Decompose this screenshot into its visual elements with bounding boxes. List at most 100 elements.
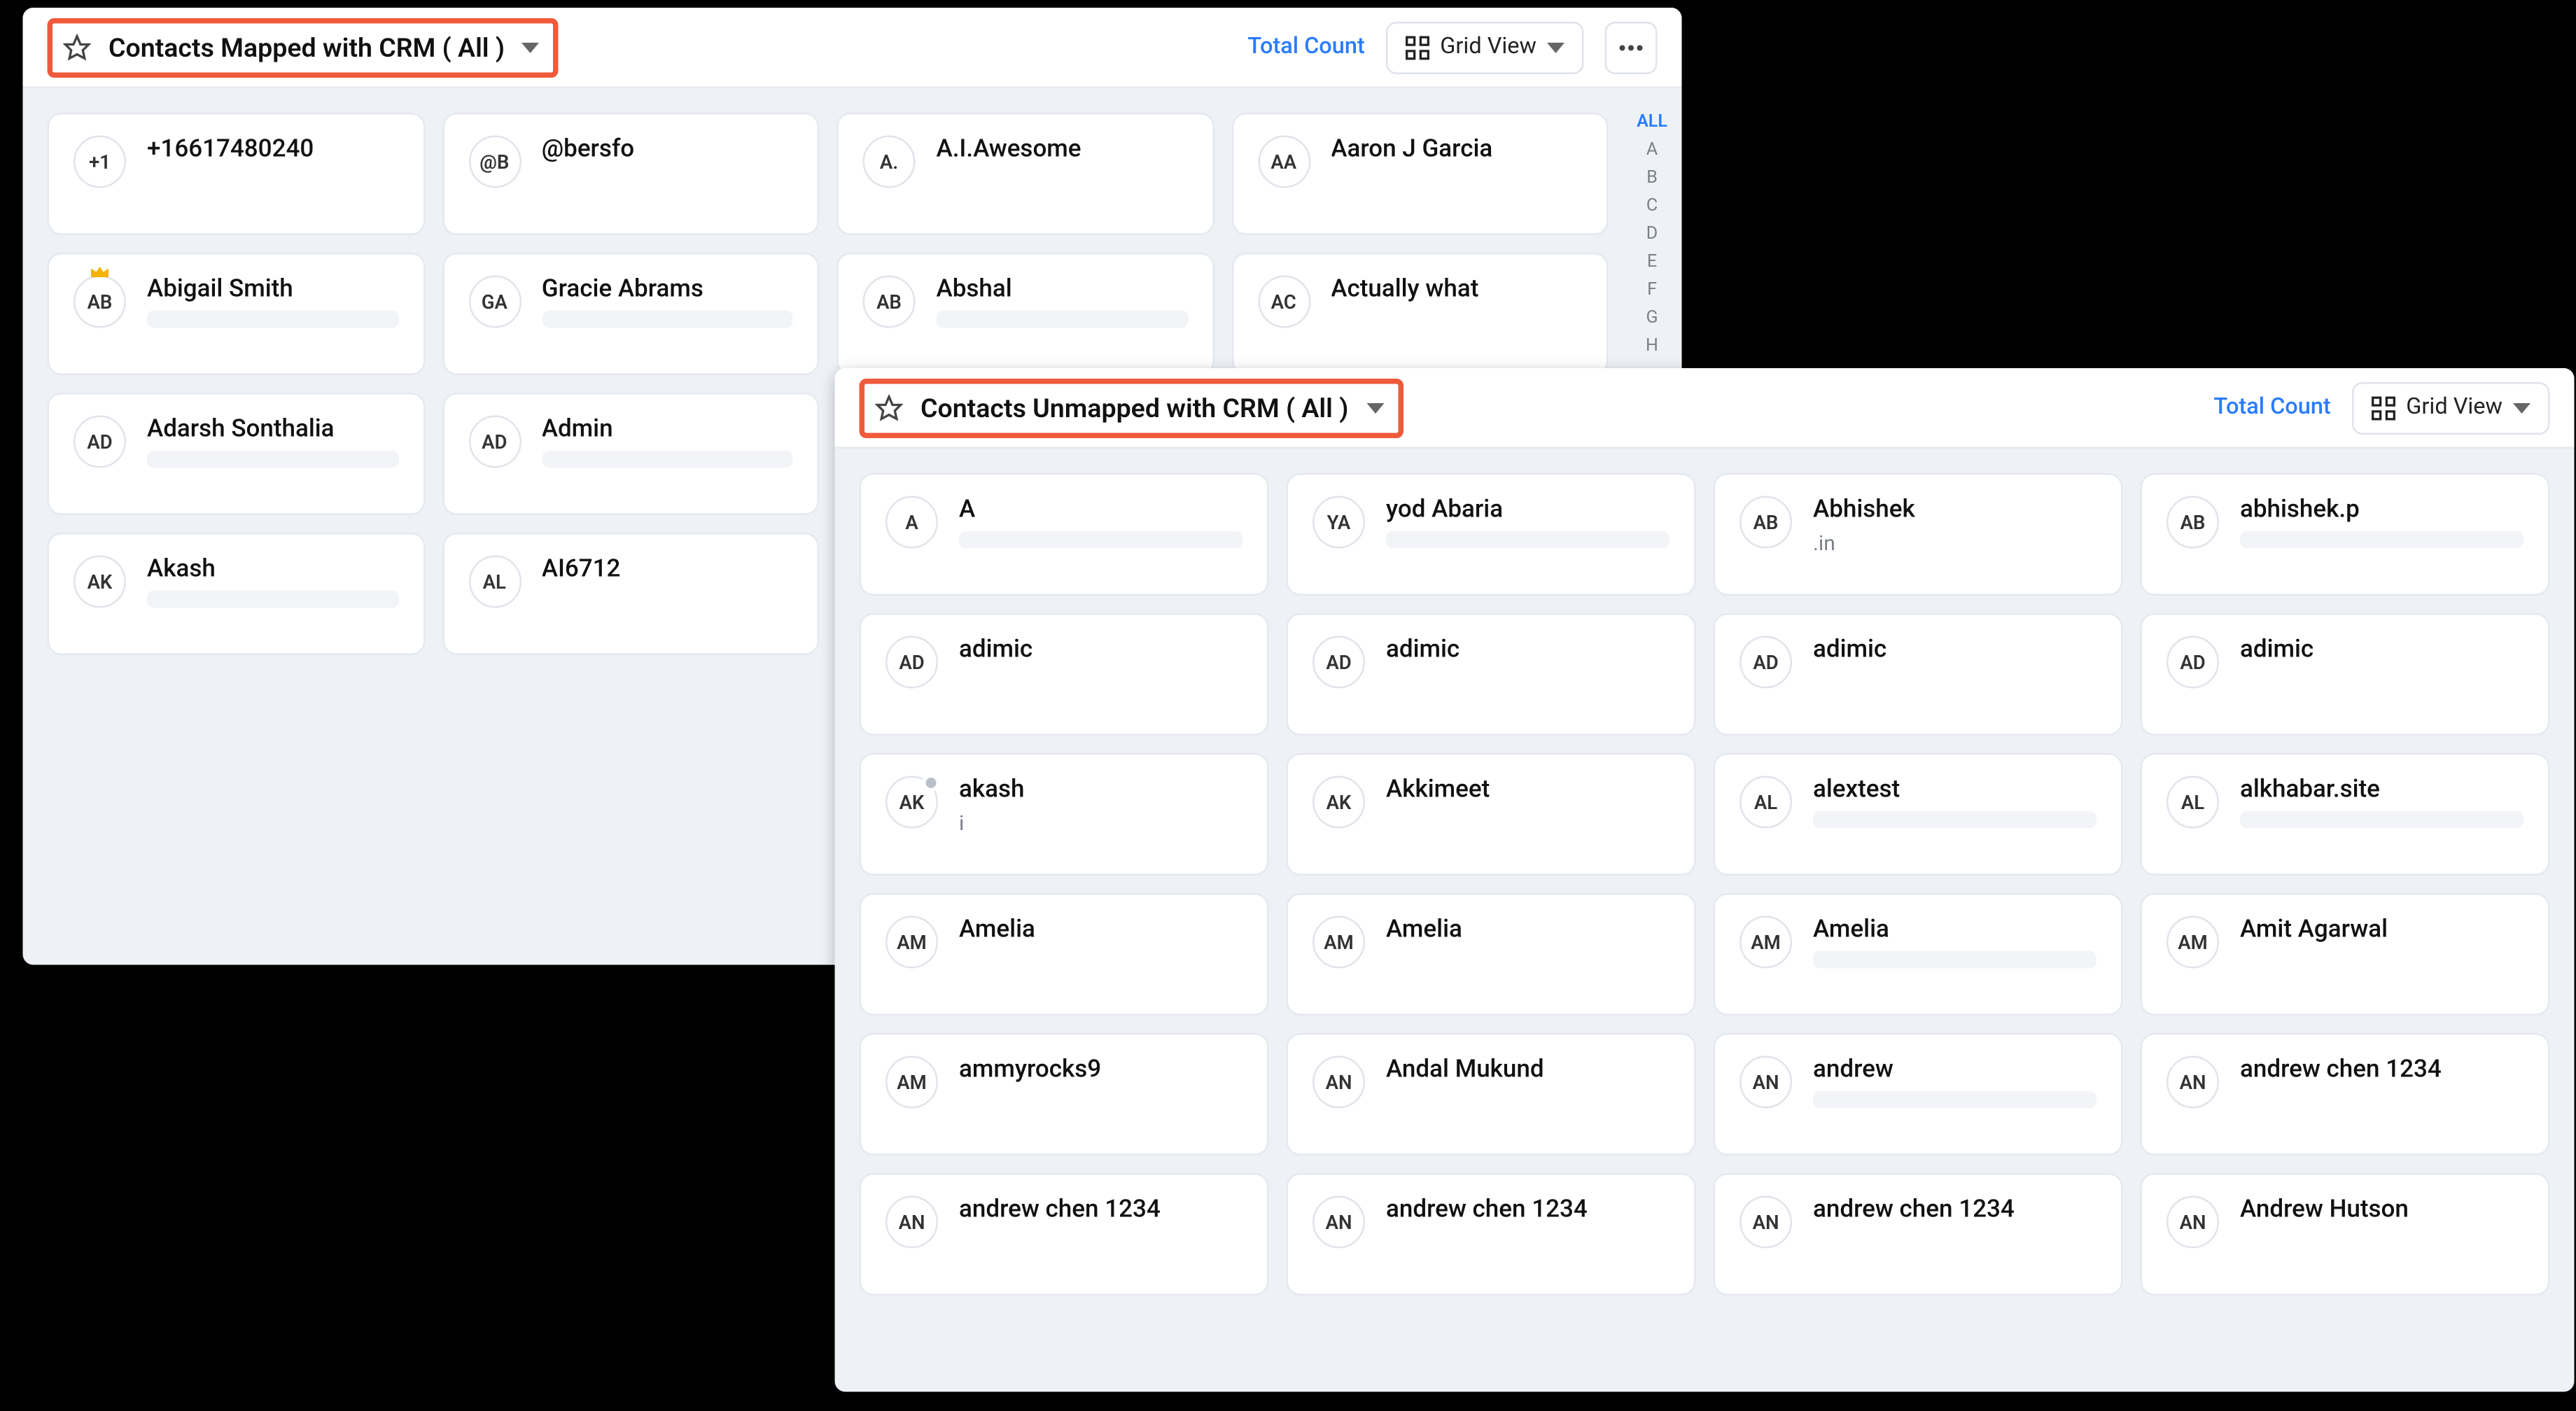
contact-card-body: Akash	[147, 555, 398, 608]
alpha-index-item[interactable]: A	[1646, 141, 1658, 162]
panel-body: AAYAyod AbariaABAbhishek.inABabhishek.pA…	[835, 449, 2575, 1392]
contact-card-body: ammyrocks9	[959, 1055, 1242, 1083]
header-actions: Total Count Grid View	[1247, 20, 1657, 73]
contact-card[interactable]: ABAbshal	[836, 253, 1214, 375]
alpha-index-item[interactable]: G	[1646, 309, 1658, 330]
contact-name: Amelia	[959, 915, 1242, 943]
avatar: AM	[2166, 915, 2219, 968]
contact-name: ammyrocks9	[959, 1055, 1242, 1083]
avatar: AN	[1312, 1195, 1365, 1248]
contact-card[interactable]: AK Akash	[48, 533, 425, 655]
total-count-link[interactable]: Total Count	[1247, 34, 1364, 60]
contact-card[interactable]: YAyod Abaria	[1287, 473, 1696, 596]
contact-card-body: Amelia	[1813, 915, 2096, 968]
contact-card[interactable]: ANAndal Mukund	[1287, 1033, 1696, 1156]
contact-card[interactable]: ACActually what	[1231, 253, 1609, 375]
contact-card[interactable]: ABAbhishek.in	[1714, 473, 2123, 596]
avatar: AK	[74, 555, 126, 608]
contact-card[interactable]: AKakashi	[860, 753, 1269, 876]
contact-card[interactable]: ADadimic	[2141, 613, 2550, 736]
contact-card[interactable]: ANandrew	[1714, 1033, 2123, 1156]
contact-card-body: adimic	[959, 636, 1242, 664]
contact-card-body: andrew	[1813, 1055, 2096, 1108]
contact-name: abhishek.p	[2240, 496, 2524, 524]
contact-card-body: andrew chen 1234	[959, 1195, 1242, 1223]
avatar: AN	[1740, 1195, 1792, 1248]
contact-card-body: Amelia	[959, 915, 1242, 943]
contact-card[interactable]: AKAkkimeet	[1287, 753, 1696, 876]
contact-subtext-redacted	[937, 310, 1188, 328]
contact-card[interactable]: ANandrew chen 1234	[2141, 1033, 2550, 1156]
view-selector[interactable]: Contacts Unmapped with CRM ( All )	[860, 377, 1403, 437]
contact-card-body: adimic	[1813, 636, 2096, 664]
contact-name: Andrew Hutson	[2240, 1195, 2524, 1223]
contact-card[interactable]: AMammyrocks9	[860, 1033, 1269, 1156]
contact-name: Abigail Smith	[147, 275, 398, 303]
alpha-index-item[interactable]: ALL	[1637, 113, 1667, 134]
contact-card[interactable]: ANAndrew Hutson	[2141, 1173, 2550, 1296]
avatar: AA	[1257, 135, 1310, 188]
contact-subtext: i	[959, 810, 1242, 835]
contact-card[interactable]: ANandrew chen 1234	[860, 1173, 1269, 1296]
avatar: AM	[886, 915, 938, 968]
more-actions-button[interactable]	[1605, 20, 1658, 73]
contact-subtext: .in	[1813, 531, 2096, 555]
contact-name: Andal Mukund	[1386, 1055, 1670, 1083]
contact-card[interactable]: GAGracie Abrams	[442, 253, 819, 375]
contact-card-body: andrew chen 1234	[1386, 1195, 1670, 1223]
grid-view-label: Grid View	[2406, 394, 2502, 421]
contact-name: alkhabar.site	[2240, 775, 2524, 803]
view-selector[interactable]: Contacts Mapped with CRM ( All )	[48, 17, 559, 76]
contact-card[interactable]: ANandrew chen 1234	[1714, 1173, 2123, 1296]
contact-card[interactable]: A.A.I.Awesome	[836, 113, 1214, 235]
contact-card[interactable]: AM Amelia	[860, 893, 1269, 1016]
contact-card[interactable]: AMAmelia	[1287, 893, 1696, 1016]
contact-subtext-redacted	[542, 310, 793, 328]
contact-name: andrew	[1813, 1055, 2096, 1083]
contact-card[interactable]: ALalkhabar.site	[2141, 753, 2550, 876]
contact-card[interactable]: ALAI6712	[442, 533, 819, 655]
avatar: AB	[2166, 496, 2219, 548]
contact-card[interactable]: ABAbigail Smith	[48, 253, 425, 375]
alpha-index-item[interactable]: F	[1647, 281, 1657, 302]
contact-card-body: Andal Mukund	[1386, 1055, 1670, 1083]
grid-view-icon	[2371, 395, 2395, 419]
total-count-link[interactable]: Total Count	[2213, 394, 2330, 421]
alpha-index-item[interactable]: D	[1646, 225, 1658, 246]
contact-card[interactable]: ADadimic	[1714, 613, 2123, 736]
contact-name: Amelia	[1813, 915, 2096, 943]
alpha-index-item[interactable]: C	[1646, 197, 1658, 218]
contact-card[interactable]: +1+16617480240	[48, 113, 425, 235]
contact-card[interactable]: @B@bersfo	[442, 113, 819, 235]
contact-name: @bersfo	[542, 135, 793, 163]
contact-subtext-redacted	[542, 450, 793, 468]
contact-card[interactable]: ALalextest	[1714, 753, 2123, 876]
contact-card[interactable]: AMAmit Agarwal	[2141, 893, 2550, 1016]
contact-card[interactable]: ADadimic	[860, 613, 1269, 736]
contact-subtext-redacted	[147, 450, 398, 468]
contact-name: +16617480240	[147, 135, 398, 163]
contact-card[interactable]: AA	[860, 473, 1269, 596]
contact-name: Adarsh Sonthalia	[147, 415, 398, 443]
grid-view-button[interactable]: Grid View	[2352, 381, 2550, 433]
contact-name: Admin	[542, 415, 793, 443]
contact-subtext-redacted	[1813, 950, 2096, 968]
alpha-index-item[interactable]: E	[1647, 253, 1657, 274]
alpha-index[interactable]: ALL ABCDEFGH	[1637, 113, 1668, 358]
contact-card[interactable]: ADAdmin	[442, 393, 819, 515]
grid-view-button[interactable]: Grid View	[1386, 20, 1584, 73]
contact-card[interactable]: AMAmelia	[1714, 893, 2123, 1016]
contact-card[interactable]: AB abhishek.p	[2141, 473, 2550, 596]
contact-card[interactable]: ADAdarsh Sonthalia	[48, 393, 425, 515]
contact-card[interactable]: AA Aaron J Garcia	[1231, 113, 1609, 235]
view-title: Contacts Mapped with CRM ( All )	[108, 31, 505, 62]
contact-card-body: Aaron J Garcia	[1331, 135, 1582, 163]
contact-name: alextest	[1813, 775, 2096, 803]
contact-card[interactable]: ADadimic	[1287, 613, 1696, 736]
contact-card-body: +16617480240	[147, 135, 398, 163]
alpha-index-item[interactable]: B	[1646, 169, 1658, 190]
contact-name: Actually what	[1331, 275, 1582, 303]
alpha-index-item[interactable]: H	[1646, 337, 1658, 358]
contact-subtext-redacted	[959, 531, 1242, 548]
contact-card[interactable]: AN andrew chen 1234	[1287, 1173, 1696, 1296]
